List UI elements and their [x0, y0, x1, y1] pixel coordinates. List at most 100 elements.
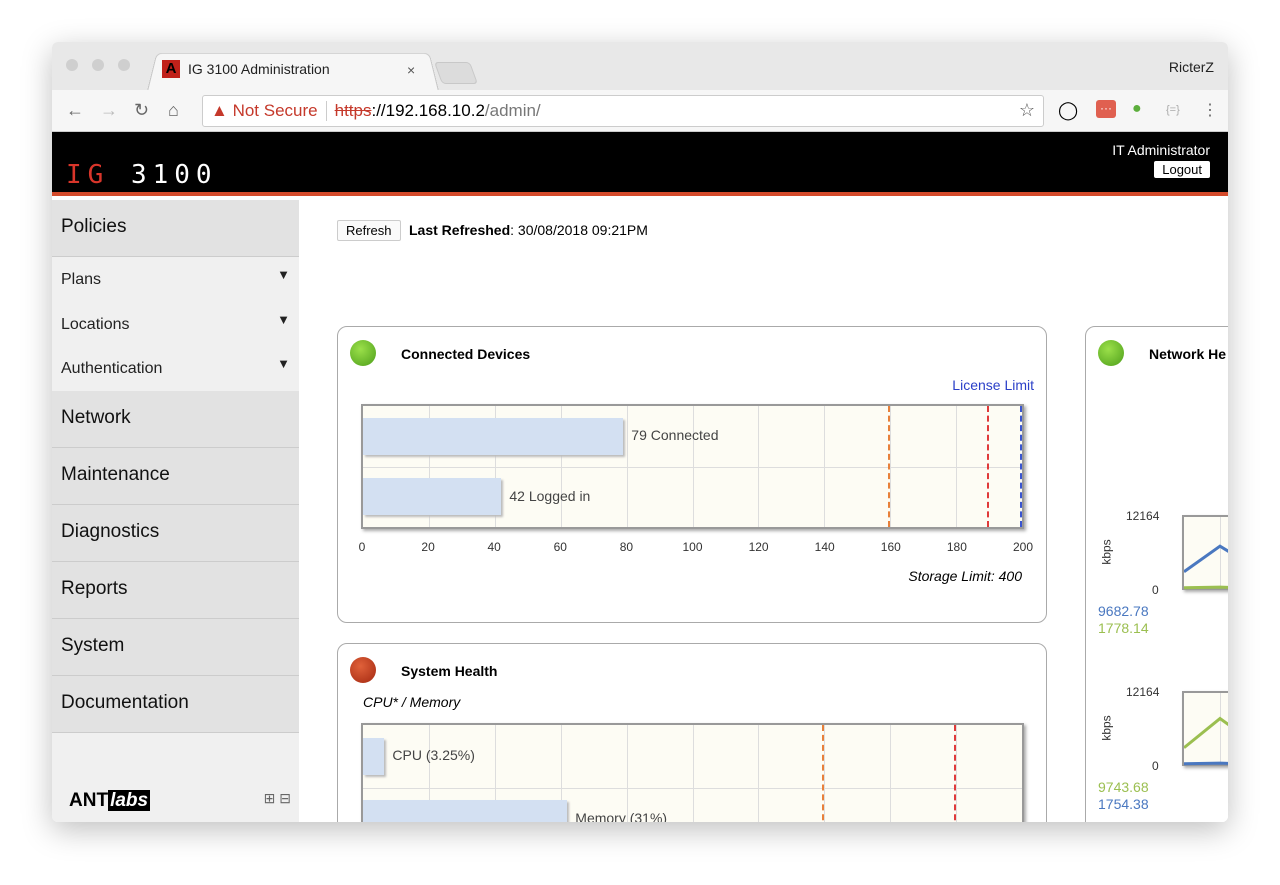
tick-label: 140	[814, 540, 835, 554]
tick-label: 200	[1012, 540, 1034, 554]
home-icon[interactable]: ⌂	[168, 100, 179, 121]
tab-close-button[interactable]: ×	[407, 62, 415, 78]
threshold-line	[822, 725, 825, 822]
tick-label: 160	[880, 540, 901, 554]
sidebar-item-documentation[interactable]: Documentation	[52, 675, 299, 733]
tick-label: 120	[748, 540, 769, 554]
tick-label: 40	[487, 540, 501, 554]
panel-title: Connected Devices	[401, 346, 531, 362]
panel-subtitle: CPU* / Memory	[363, 694, 461, 710]
tick-label: 180	[946, 540, 967, 554]
sidebar-item-locations[interactable]: Locations ▼	[52, 301, 299, 346]
panel-title: Network He	[1149, 346, 1227, 362]
series-line	[1184, 761, 1228, 766]
y-max-label: 12164	[1126, 509, 1160, 523]
bookmark-star-icon[interactable]: ☆	[1019, 100, 1035, 121]
grid-line	[890, 725, 892, 822]
profile-name[interactable]: RicterZ	[1169, 59, 1214, 75]
not-secure-label: Not Secure	[232, 101, 318, 120]
url-host: ://192.168.10.2	[371, 101, 485, 120]
series-value: 9743.68	[1098, 779, 1149, 795]
bar-memory	[363, 800, 568, 822]
grid-line	[363, 466, 1022, 468]
grid-line	[692, 725, 694, 822]
refresh-button[interactable]: Refresh	[337, 220, 401, 241]
close-window-button[interactable]	[66, 59, 78, 71]
series-value: 1778.14	[1098, 620, 1149, 636]
threshold-line	[888, 406, 891, 527]
threshold-line	[954, 725, 957, 822]
grid-line	[626, 725, 628, 822]
favicon-icon: A	[162, 60, 180, 78]
dropdown-arrow-icon: ▼	[277, 311, 290, 327]
expand-all-icon[interactable]: ⊞	[264, 790, 276, 806]
series-value: 1754.38	[1098, 796, 1149, 812]
series-line	[1184, 544, 1228, 573]
grid-line	[824, 725, 826, 822]
bar-logged-in	[363, 478, 502, 516]
tab-bar: A IG 3100 Administration × RicterZ	[52, 42, 1228, 91]
forward-icon[interactable]: →	[100, 100, 118, 121]
bar-label: CPU (3.25%)	[392, 747, 475, 764]
sidebar-item-diagnostics[interactable]: Diagnostics	[52, 504, 299, 562]
antlabs-logo: ANT labs	[69, 790, 151, 811]
bar-cpu	[363, 737, 385, 775]
sidebar-item-plans[interactable]: Plans ▼	[52, 257, 299, 302]
threshold-line	[1020, 406, 1022, 527]
dropdown-arrow-icon: ▼	[277, 356, 290, 371]
sidebar-item-policies[interactable]: Policies	[52, 200, 299, 257]
extension-circle-icon[interactable]: ◯	[1058, 100, 1078, 121]
grid-line	[758, 725, 760, 822]
extension-dots-icon[interactable]: ···	[1096, 100, 1116, 118]
minimize-window-button[interactable]	[92, 59, 104, 71]
last-refreshed-label: Last Refreshed	[409, 222, 511, 238]
ig3100-logo: IG 3100	[66, 160, 218, 190]
tick-label: 100	[682, 540, 703, 554]
tab-title: IG 3100 Administration	[188, 61, 330, 77]
back-icon[interactable]: ←	[66, 100, 84, 121]
license-limit-link[interactable]: License Limit	[952, 377, 1034, 393]
sidebar-item-maintenance[interactable]: Maintenance	[52, 447, 299, 505]
maximize-window-button[interactable]	[118, 59, 130, 71]
sidebar-item-authentication[interactable]: Authentication ▼	[52, 346, 299, 391]
sidebar: Policies Plans ▼ Locations ▼ Authenticatio…	[52, 200, 299, 822]
series-line	[1184, 585, 1228, 590]
system-health-panel: System Health CPU* / Memory CPU (3.25%) M…	[337, 643, 1047, 822]
y-min-label: 0	[1152, 583, 1159, 597]
status-green-icon	[350, 340, 376, 366]
reload-icon[interactable]: ↻	[134, 100, 149, 121]
network-graph	[1182, 515, 1228, 590]
tick-label: 60	[553, 540, 567, 554]
app-header: IG 3100 IT Administrator Logout	[52, 132, 1228, 196]
network-graph	[1182, 691, 1228, 766]
evernote-icon[interactable]: ●	[1132, 100, 1142, 118]
address-bar-row: ← → ↻ ⌂ ▲ Not Secure https://192.168.10.…	[52, 90, 1228, 132]
bar-label: Memory (31%)	[575, 809, 668, 822]
sidebar-item-network[interactable]: Network	[52, 390, 299, 448]
y-min-label: 0	[1152, 759, 1159, 773]
sidebar-item-system[interactable]: System	[52, 618, 299, 676]
grid-line	[956, 725, 958, 822]
network-health-panel: Network He 12164 0 kbps 9682.78 1778.14 12164…	[1085, 326, 1228, 822]
y-axis-label: kbps	[1099, 715, 1114, 741]
bar-label: 79 Connected	[631, 427, 719, 444]
main-content: Refresh Last Refreshed: 30/08/2018 09:21…	[299, 200, 1228, 822]
warning-icon: ▲	[211, 101, 233, 120]
y-axis-label: kbps	[1099, 539, 1114, 565]
menu-icon[interactable]: ⋮	[1202, 100, 1218, 120]
url-protocol: https	[334, 101, 372, 120]
bar-connected	[363, 417, 624, 455]
collapse-all-icon[interactable]: ⊟	[279, 790, 291, 806]
connected-devices-panel: Connected Devices License Limit 79 Conne…	[337, 326, 1047, 623]
url-input[interactable]: ▲ Not Secure https://192.168.10.2/admin/…	[202, 95, 1044, 127]
storage-limit-label: Storage Limit: 400	[908, 568, 1022, 584]
series-value: 9682.78	[1098, 603, 1149, 619]
new-tab-button[interactable]	[433, 62, 479, 84]
sidebar-item-reports[interactable]: Reports	[52, 561, 299, 619]
json-extension-icon[interactable]: {=}	[1166, 104, 1180, 116]
tick-label: 20	[421, 540, 435, 554]
last-refreshed-value: : 30/08/2018 09:21PM	[510, 222, 648, 238]
system-health-chart: CPU (3.25%) Memory (31%)	[361, 723, 1024, 822]
logout-button[interactable]: Logout	[1154, 161, 1210, 178]
url-path: /admin/	[484, 101, 541, 120]
